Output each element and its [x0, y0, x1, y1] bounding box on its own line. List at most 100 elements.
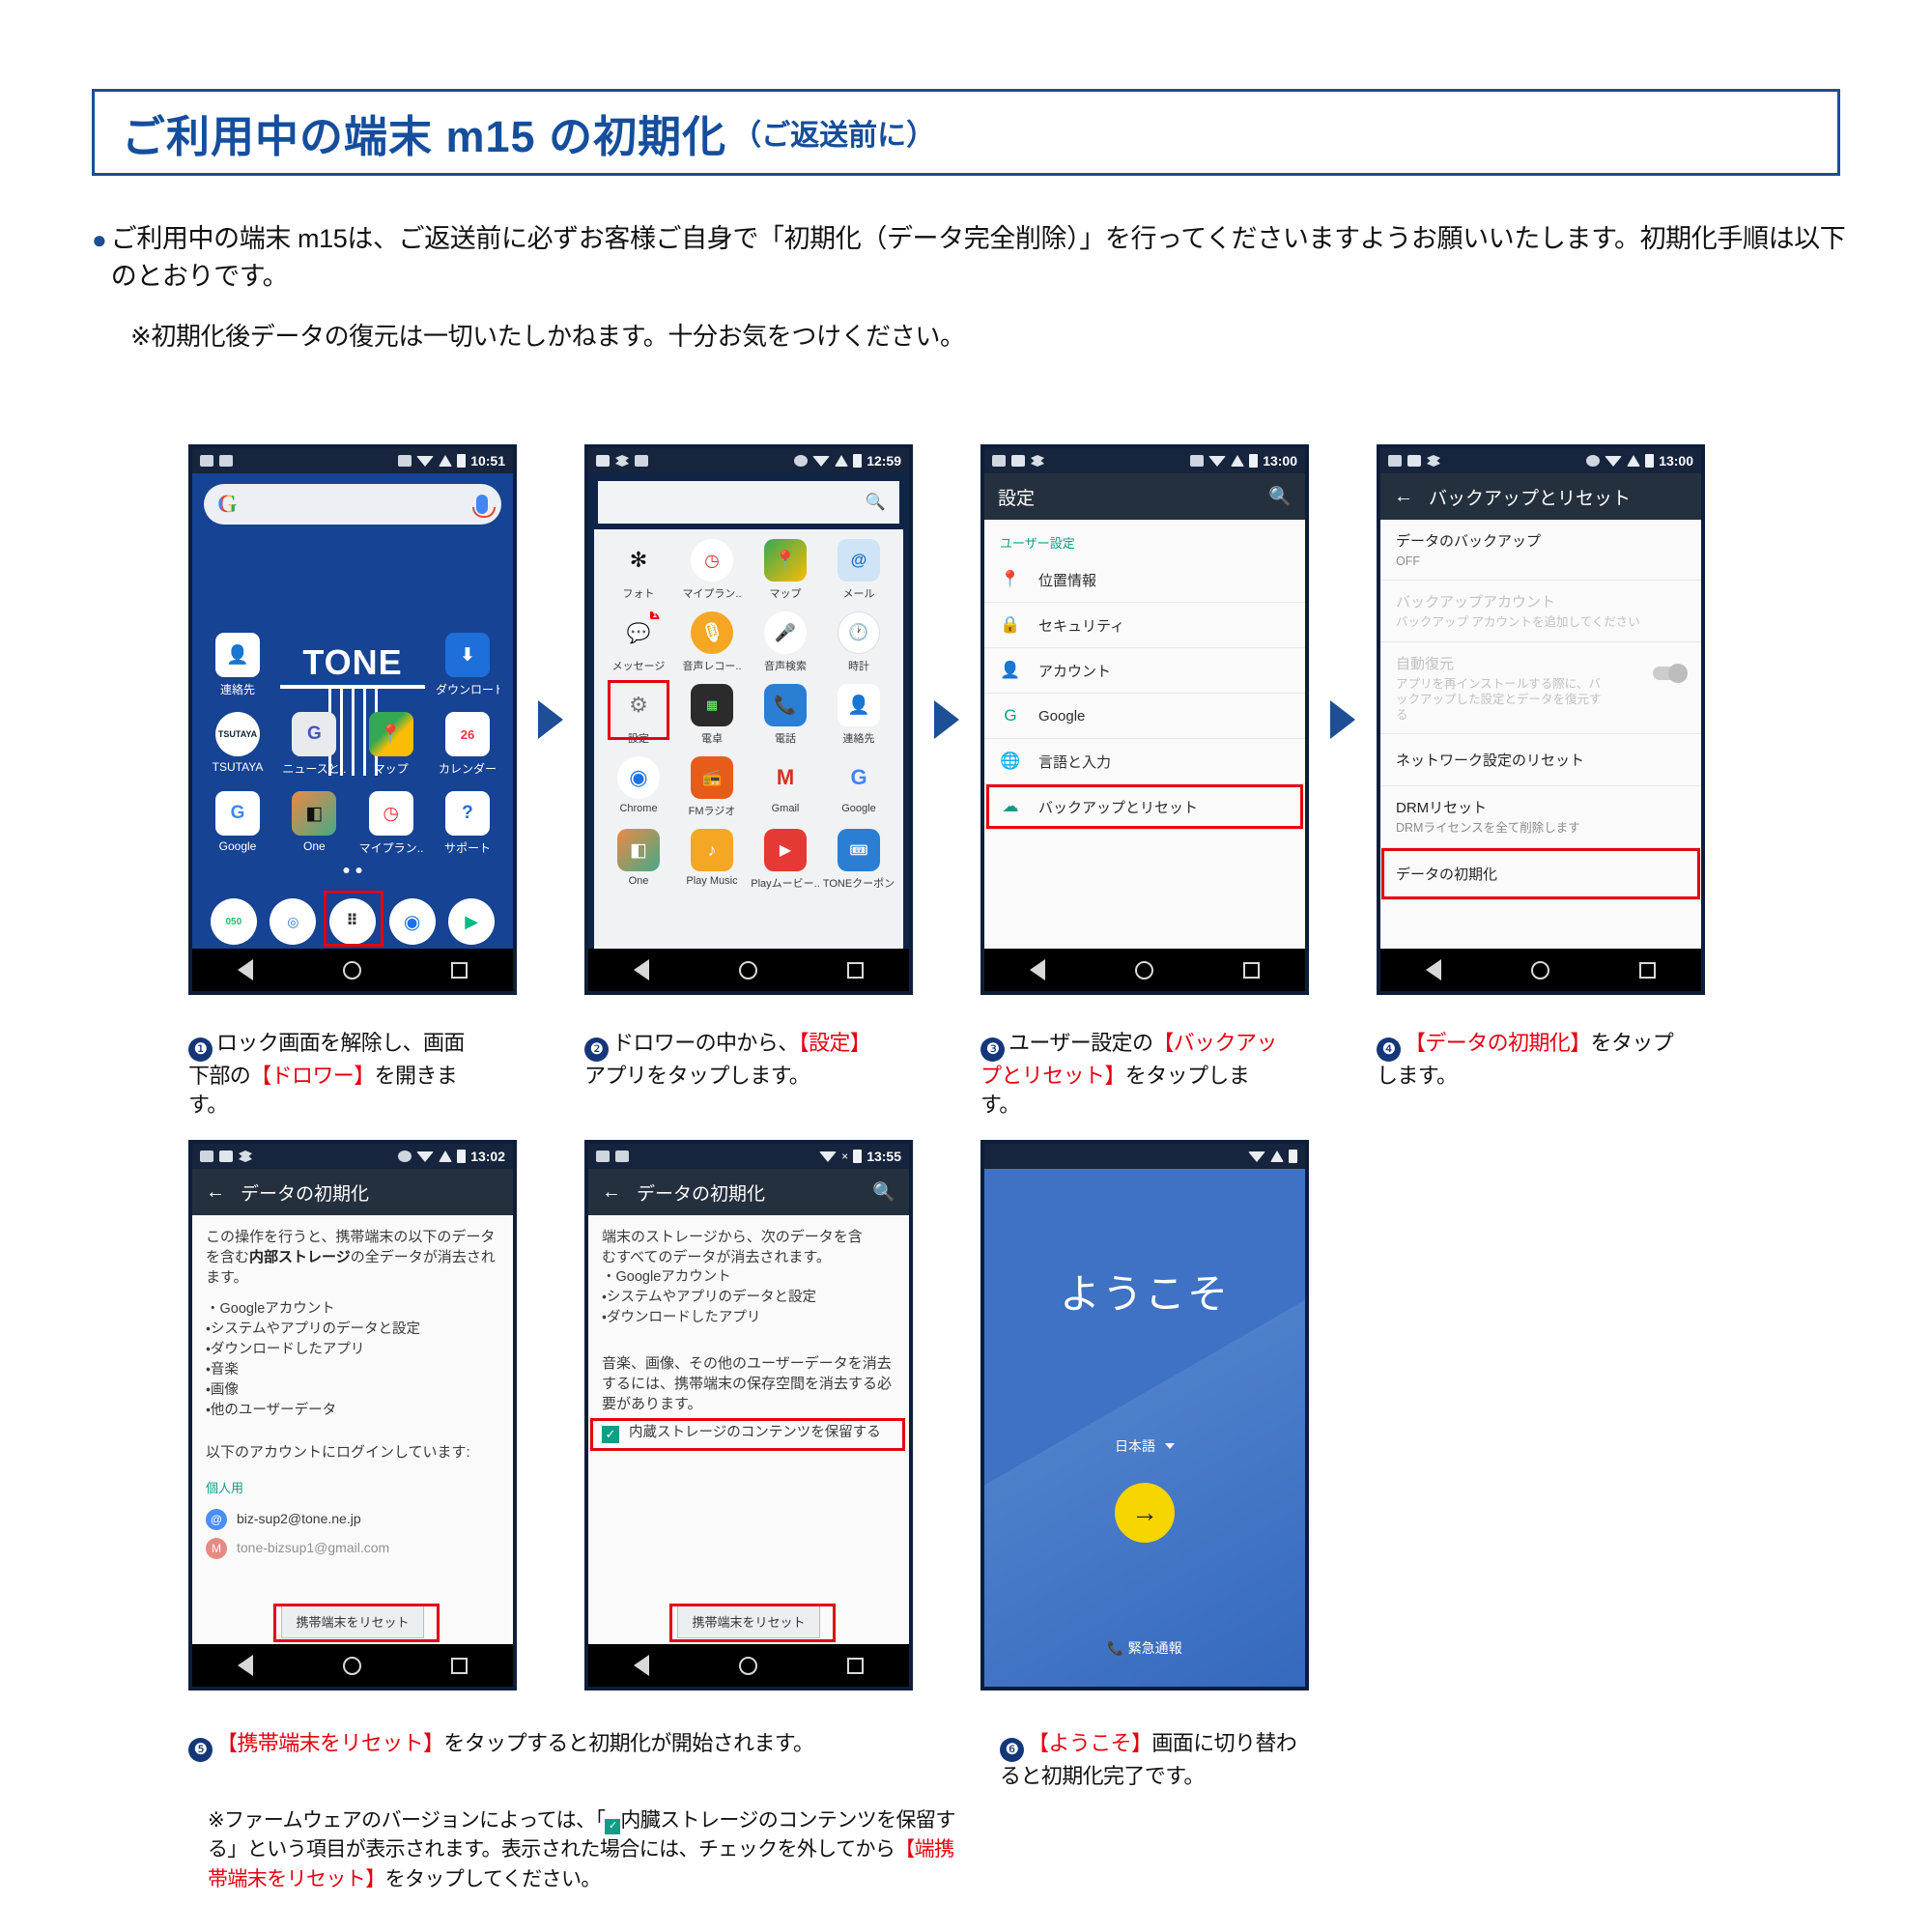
- settings-item-google[interactable]: G Google: [984, 694, 1305, 739]
- app-label: メッセージ: [611, 661, 666, 672]
- language-value: 日本語: [1115, 1438, 1155, 1454]
- home-icon[interactable]: [1134, 960, 1153, 980]
- messages-icon: 💬 1: [617, 611, 660, 654]
- drawer-app-sheet: ✻ フォト ◷ マイプラン.. 📍 マップ @ メール 💬 1 メッセージ 🎙 音声レコー..…: [594, 529, 903, 949]
- app-label: One: [628, 875, 649, 887]
- google-search-bar[interactable]: G: [204, 484, 501, 525]
- back-icon[interactable]: [1029, 959, 1045, 980]
- back-arrow-icon[interactable]: ←: [1394, 486, 1413, 508]
- settings-item-label: セキュリティ: [1038, 617, 1125, 635]
- search-icon[interactable]: 🔍: [872, 1180, 895, 1204]
- recents-icon[interactable]: [451, 1657, 469, 1674]
- drawer-app-settings[interactable]: ⚙ 設定: [602, 680, 675, 746]
- page-dots: [343, 867, 362, 873]
- back-icon[interactable]: [633, 1655, 649, 1676]
- recents-icon[interactable]: [451, 961, 469, 979]
- settings-item-account[interactable]: 👤 アカウント: [984, 648, 1305, 694]
- drawer-app[interactable]: M Gmail: [749, 756, 822, 818]
- home-icon[interactable]: [738, 1656, 757, 1675]
- image-icon: [1388, 455, 1402, 467]
- recents-icon[interactable]: [847, 1657, 865, 1674]
- back-icon[interactable]: [237, 1655, 253, 1676]
- playstore-icon[interactable]: ▶: [448, 898, 496, 945]
- home-app[interactable]: 📍 マップ: [359, 712, 423, 777]
- welcome-title: ようこそ: [1059, 1271, 1230, 1317]
- settings-item-backup-reset[interactable]: ☁ バックアップとリセット: [984, 784, 1305, 830]
- list-item-factory-reset[interactable]: データの初期化: [1380, 847, 1701, 900]
- drawer-app[interactable]: 📍 マップ: [749, 539, 822, 601]
- list-item-drm-reset[interactable]: DRMリセット DRMライセンスを全て削除します: [1380, 786, 1701, 848]
- app-bar-title: データの初期化: [637, 1183, 766, 1205]
- home-app[interactable]: G Google: [206, 791, 270, 856]
- drawer-app[interactable]: 👤 連絡先: [822, 684, 895, 746]
- auto-restore-toggle[interactable]: [1653, 663, 1688, 683]
- home-app[interactable]: TSUTAYA TSUTAYA: [206, 712, 270, 777]
- recents-icon[interactable]: [847, 961, 865, 979]
- list-item-network-reset[interactable]: ネットワーク設定のリセット: [1380, 734, 1701, 787]
- search-icon[interactable]: 🔍: [1268, 485, 1292, 508]
- home-icon[interactable]: [738, 960, 757, 980]
- home-icon[interactable]: [1530, 960, 1549, 980]
- home-app[interactable]: G ニュースと..: [282, 712, 346, 777]
- home-app[interactable]: ◧ One: [282, 791, 346, 856]
- drawer-app[interactable]: ▶ Playムービー..: [749, 829, 822, 891]
- battery-icon: [1249, 454, 1259, 468]
- app-label: Google: [841, 803, 876, 814]
- settings-item-language[interactable]: 🌐 言語と入力: [984, 739, 1305, 784]
- drawer-app[interactable]: ◉ Chrome: [602, 756, 675, 818]
- gmail-icon: [219, 1151, 233, 1162]
- list-item: ・システムやアプリのデータと設定: [206, 1321, 420, 1338]
- drawer-app[interactable]: G Google: [822, 756, 895, 818]
- drawer-app[interactable]: 🎤 音声検索: [749, 611, 822, 673]
- app-label: One: [302, 839, 326, 853]
- home-app[interactable]: 👤 連絡先: [206, 633, 270, 697]
- phone-dial-icon[interactable]: 050: [210, 898, 257, 945]
- maps-icon: 📍: [764, 539, 807, 582]
- settings-item-location[interactable]: 📍 位置情報: [984, 557, 1305, 603]
- back-arrow-icon[interactable]: ←: [602, 1181, 621, 1204]
- list-item-auto-restore[interactable]: 自動復元 アプリを再インストールする際に、バックアップした設定とデータを復元する: [1380, 642, 1701, 735]
- back-icon[interactable]: [237, 959, 253, 980]
- list-item-data-backup[interactable]: データのバックアップ OFF: [1380, 520, 1701, 582]
- drawer-app[interactable]: ♪ Play Music: [675, 829, 749, 891]
- home-app[interactable]: ? サポート: [436, 791, 499, 856]
- home-app[interactable]: 26 カレンダー: [436, 712, 499, 777]
- mute-icon: [398, 1151, 412, 1162]
- home-icon[interactable]: [342, 1656, 361, 1675]
- drawer-app[interactable]: ✻ フォト: [602, 539, 675, 601]
- drawer-app[interactable]: ◷ マイプラン..: [675, 539, 749, 601]
- app-label: 音声レコー..: [682, 661, 742, 672]
- settings-item-security[interactable]: 🔒 セキュリティ: [984, 603, 1305, 648]
- home-icon[interactable]: [342, 960, 361, 980]
- gmail-icon: [1407, 455, 1421, 467]
- chrome-icon[interactable]: ◉: [388, 898, 436, 945]
- drawer-app[interactable]: 💬 1 メッセージ: [602, 611, 675, 673]
- drawer-app[interactable]: 🕐 時計: [822, 611, 895, 673]
- language-selector[interactable]: 日本語: [984, 1436, 1305, 1456]
- microphone-icon[interactable]: [472, 495, 496, 518]
- emergency-call-link[interactable]: 📞 緊急通報: [984, 1638, 1305, 1658]
- photos-icon: [615, 455, 629, 467]
- reset-button-highlight: [273, 1604, 440, 1642]
- list-item-backup-account[interactable]: バックアップアカウント バックアップ アカウントを追加してください: [1380, 581, 1701, 642]
- drawer-app[interactable]: 📻 FMラジオ: [675, 756, 749, 818]
- drawer-app[interactable]: 📞 電話: [749, 684, 822, 746]
- home-app[interactable]: ◷ マイプラン..: [359, 791, 423, 856]
- drawer-search-bar[interactable]: 🔍: [598, 481, 899, 524]
- drawer-app[interactable]: ◧ One: [602, 829, 675, 891]
- home-screen: G TONE 👤 連絡先 ⬇ ダウンロード TSUTAYA TSUTAYA G …: [192, 473, 513, 949]
- app-shortcut-icon[interactable]: ◎: [270, 898, 317, 945]
- back-arrow-icon[interactable]: ←: [206, 1181, 225, 1204]
- drawer-app[interactable]: 🎙 音声レコー..: [675, 611, 749, 673]
- recents-icon[interactable]: [1243, 961, 1261, 979]
- drawer-app[interactable]: ▦ 電卓: [675, 684, 749, 746]
- status-bar: × 13:55: [588, 1144, 909, 1169]
- drawer-highlight: [324, 891, 384, 947]
- back-icon[interactable]: [1425, 959, 1441, 980]
- drawer-app[interactable]: @ メール: [822, 539, 895, 601]
- start-button[interactable]: →: [1115, 1483, 1175, 1543]
- recents-icon[interactable]: [1639, 961, 1657, 979]
- drawer-app[interactable]: 🎟 TONEクーポン: [822, 829, 895, 891]
- home-app[interactable]: ⬇ ダウンロード: [436, 633, 499, 697]
- back-icon[interactable]: [633, 959, 649, 980]
